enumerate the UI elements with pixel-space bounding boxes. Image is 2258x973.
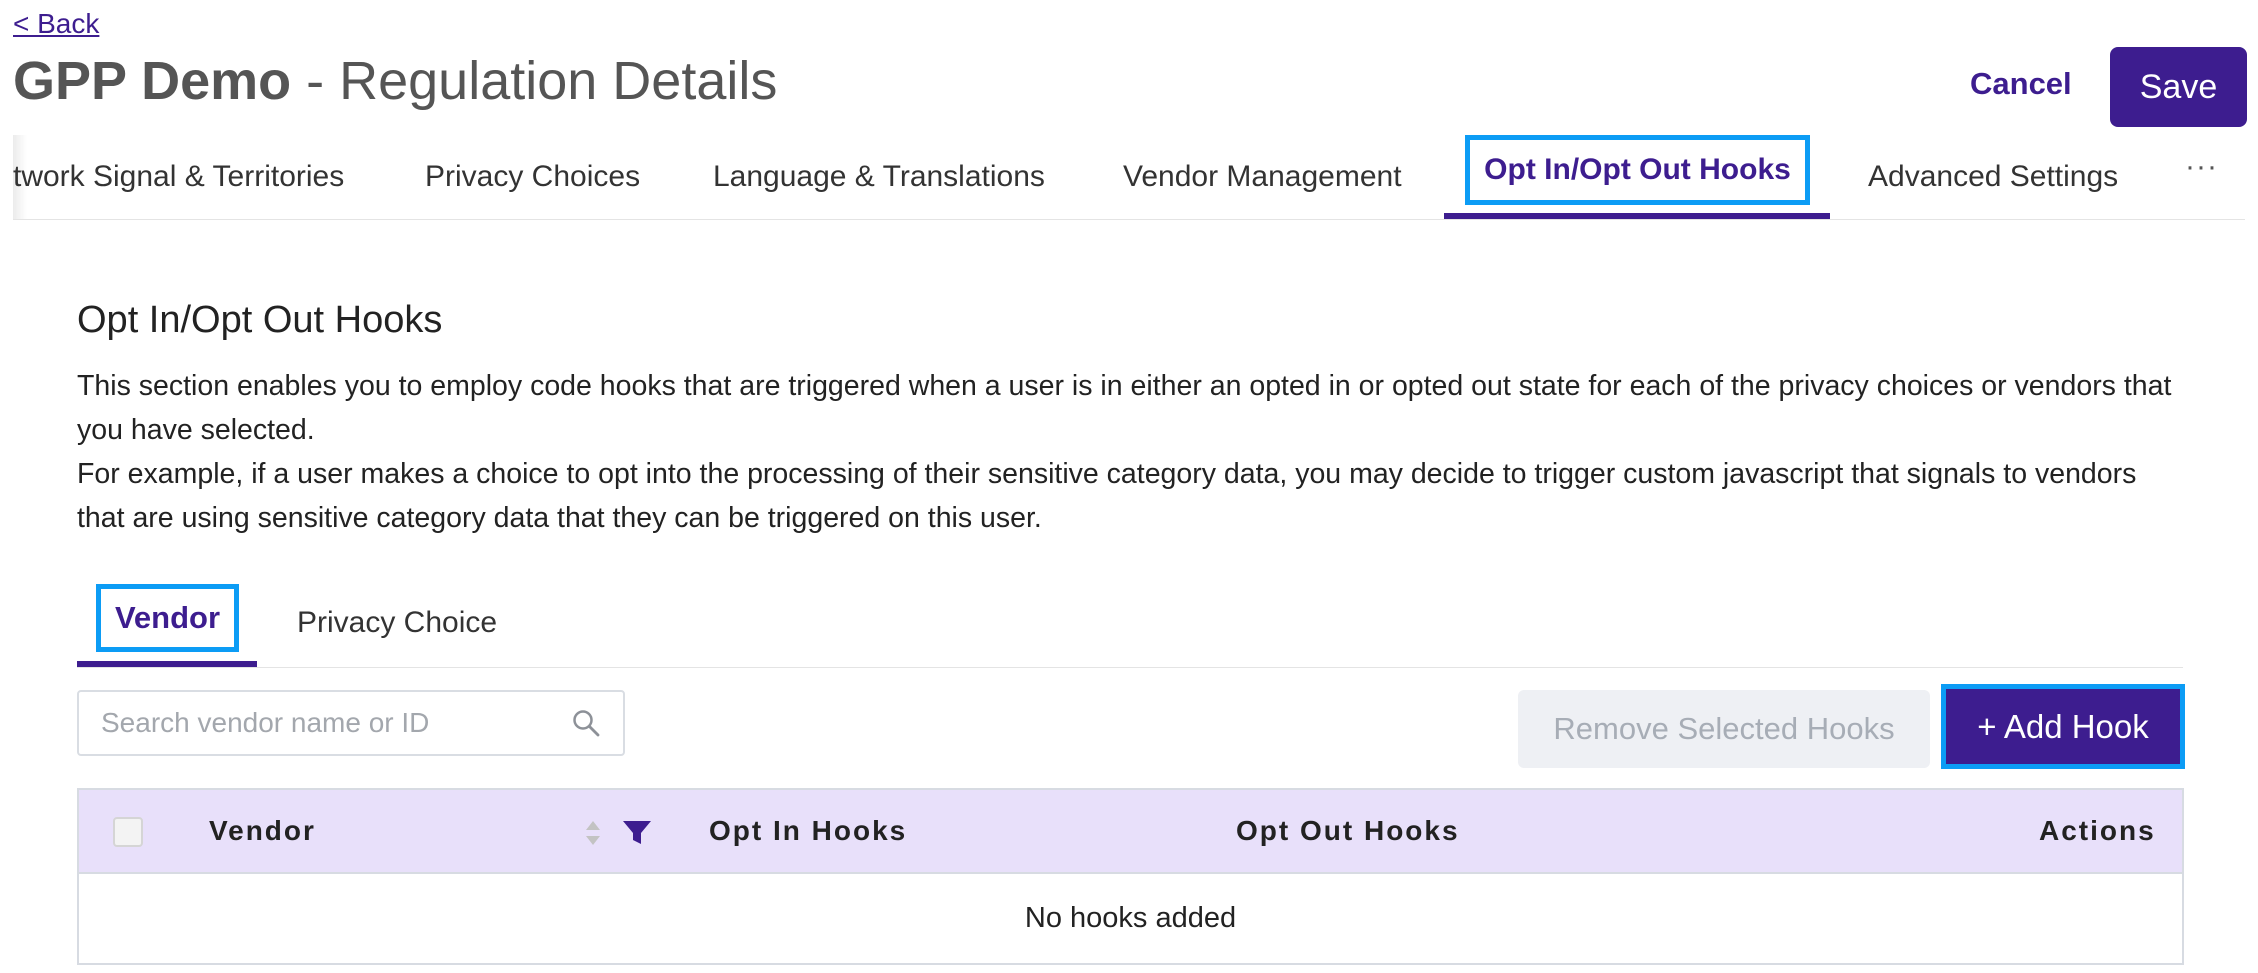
section-description: This section enables you to employ code …	[77, 364, 2187, 540]
search-field	[77, 690, 625, 756]
add-hook-button[interactable]: + Add Hook	[1946, 689, 2180, 764]
subtab-privacy-choice[interactable]: Privacy Choice	[297, 606, 497, 640]
cancel-button[interactable]: Cancel	[1970, 66, 2072, 102]
empty-table-message: No hooks added	[1024, 902, 1237, 934]
column-header-vendor: Vendor	[209, 815, 316, 846]
select-all-checkbox[interactable]	[113, 817, 143, 847]
tab-vendor-management[interactable]: Vendor Management	[1123, 135, 1402, 219]
page-title-rest: Regulation Details	[339, 51, 778, 111]
description-paragraph-1: This section enables you to employ code …	[77, 370, 2172, 446]
column-header-opt-in-hooks: Opt In Hooks	[709, 815, 908, 846]
tabs-bar: twork Signal & Territories Privacy Choic…	[13, 135, 2245, 220]
column-header-actions: Actions	[2039, 815, 2156, 846]
search-input[interactable]	[99, 706, 571, 740]
subtab-vendor[interactable]: Vendor	[96, 584, 239, 652]
tab-network-signal-territories[interactable]: twork Signal & Territories	[13, 135, 344, 219]
page-title: GPP Demo - Regulation Details	[13, 50, 777, 112]
tab-language-translations[interactable]: Language & Translations	[713, 135, 1045, 219]
sort-icon[interactable]	[584, 818, 602, 848]
active-tab-indicator	[1444, 213, 1830, 219]
column-header-opt-out-hooks: Opt Out Hooks	[1236, 815, 1460, 846]
subtabs-bar: Vendor Privacy Choice	[77, 584, 2183, 668]
tab-advanced-settings[interactable]: Advanced Settings	[1868, 135, 2118, 219]
more-tabs-icon[interactable]: ···	[2185, 150, 2218, 184]
page-title-separator: -	[291, 51, 340, 111]
section-title: Opt In/Opt Out Hooks	[77, 299, 443, 341]
active-subtab-indicator	[77, 661, 257, 667]
tab-privacy-choices[interactable]: Privacy Choices	[425, 135, 640, 219]
search-icon[interactable]	[571, 708, 601, 738]
filter-icon[interactable]	[622, 820, 652, 846]
table-header: Vendor Opt In Hooks Opt Out Hooks Action…	[79, 790, 2182, 874]
hooks-table: Vendor Opt In Hooks Opt Out Hooks Action…	[77, 788, 2184, 965]
remove-selected-hooks-button[interactable]: Remove Selected Hooks	[1518, 690, 1930, 768]
back-link[interactable]: < Back	[13, 8, 99, 40]
description-paragraph-2: For example, if a user makes a choice to…	[77, 458, 2137, 534]
tab-opt-in-opt-out-hooks[interactable]: Opt In/Opt Out Hooks	[1465, 135, 1810, 205]
save-button[interactable]: Save	[2110, 47, 2247, 127]
page-title-bold: GPP Demo	[13, 51, 292, 111]
